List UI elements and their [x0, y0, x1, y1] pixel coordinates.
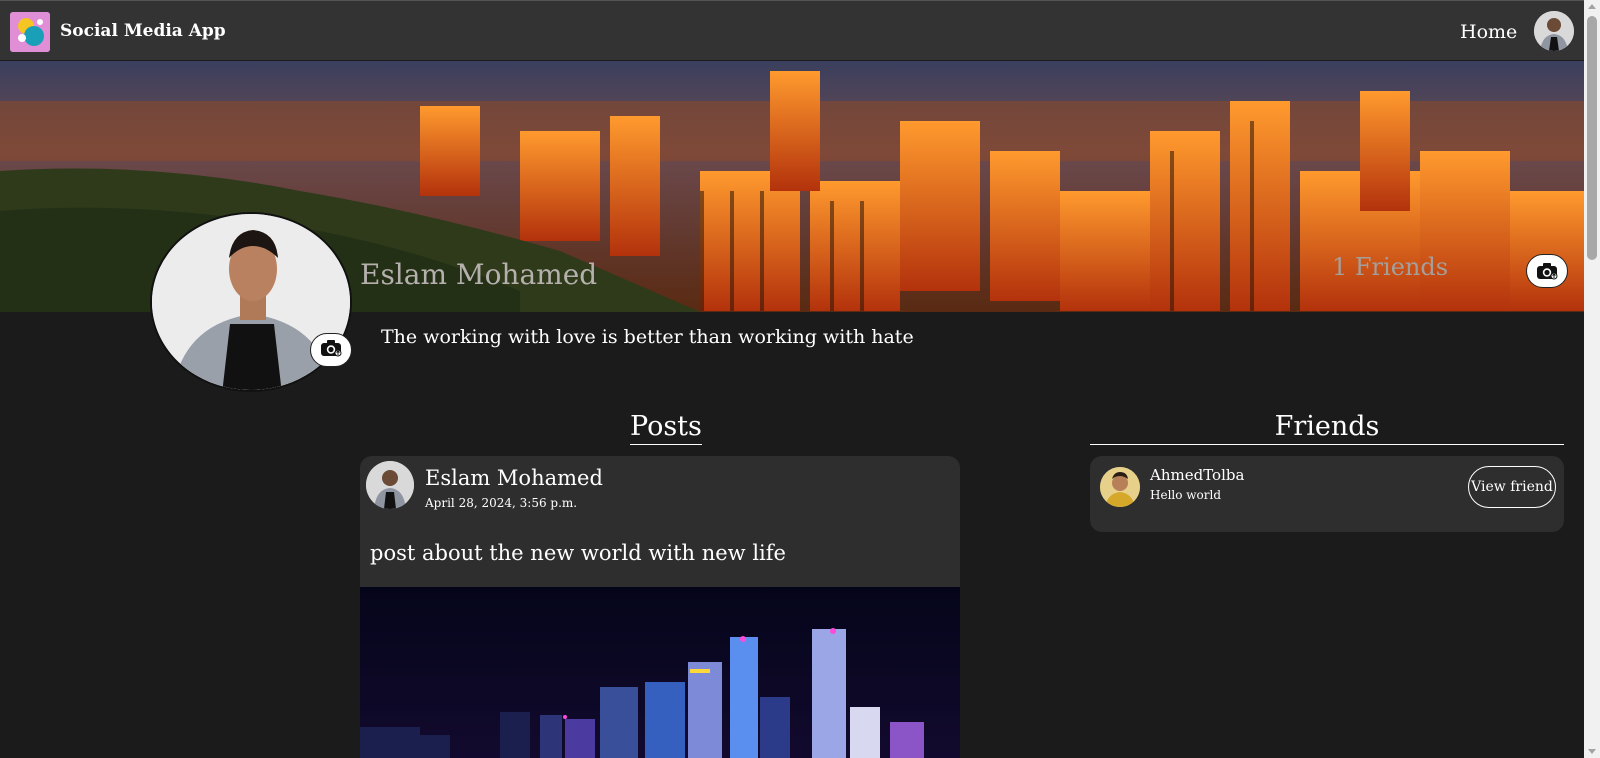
scroll-down-arrow-icon[interactable] — [1588, 749, 1596, 754]
post-date: April 28, 2024, 3:56 p.m. — [425, 496, 578, 510]
user-avatar[interactable] — [1534, 11, 1574, 51]
friend-avatar[interactable] — [1100, 467, 1140, 507]
post-author-name[interactable]: Eslam Mohamed — [425, 466, 603, 490]
profile-bio: The working with love is better than wor… — [381, 326, 914, 348]
friend-card: AhmedTolba Hello world View friend — [1090, 456, 1564, 532]
friend-name[interactable]: AhmedTolba — [1150, 466, 1244, 484]
profile-name: Eslam Mohamed — [360, 258, 598, 291]
profile-camera-button[interactable] — [310, 333, 352, 367]
post-image[interactable] — [360, 587, 960, 758]
friends-count[interactable]: 1 Friends — [1332, 253, 1448, 281]
post-author-avatar[interactable] — [366, 461, 414, 509]
brand-title[interactable]: Social Media App — [60, 21, 226, 41]
app-logo-icon[interactable] — [10, 12, 50, 52]
post-text: post about the new world with new life — [370, 541, 786, 565]
page-scrollbar[interactable] — [1584, 0, 1600, 758]
navbar: Social Media App Home — [0, 0, 1584, 60]
camera-upload-icon — [320, 339, 342, 361]
nav-home-link[interactable]: Home — [1460, 21, 1517, 43]
post-card: Eslam Mohamed April 28, 2024, 3:56 p.m. … — [360, 456, 960, 758]
scroll-up-arrow-icon[interactable] — [1588, 4, 1596, 9]
friends-heading: Friends — [1090, 410, 1564, 445]
posts-heading: Posts — [630, 410, 702, 445]
view-friend-button[interactable]: View friend — [1468, 466, 1556, 508]
friend-bio: Hello world — [1150, 488, 1222, 502]
cover-camera-button[interactable] — [1526, 254, 1568, 288]
camera-upload-icon — [1536, 262, 1558, 280]
scrollbar-thumb[interactable] — [1587, 16, 1597, 260]
